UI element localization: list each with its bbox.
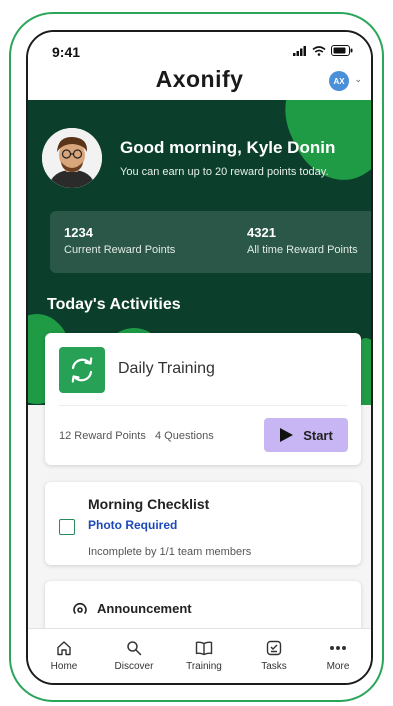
checklist-checkbox[interactable] — [59, 519, 75, 535]
tab-tasks-label: Tasks — [261, 661, 287, 672]
status-icons — [293, 45, 353, 56]
avatar-illustration — [42, 128, 102, 188]
battery-icon — [331, 45, 353, 56]
training-meta: 12 Reward Points 4 Questions — [59, 430, 214, 442]
chevron-down-icon[interactable]: ⌄ — [354, 74, 362, 85]
current-points-label: Current Reward Points — [64, 244, 176, 256]
wifi-icon — [312, 45, 326, 56]
alltime-points-label: All time Reward Points — [247, 244, 358, 256]
phone-screen: 9:41 Axonify AX ⌄ Good morning, Kyle Don… — [26, 30, 373, 685]
current-points: 1234 Current Reward Points — [64, 225, 175, 256]
axonify-logo: Axonify — [155, 66, 244, 92]
app-header: Axonify AX ⌄ — [28, 60, 371, 101]
tab-discover-label: Discover — [114, 661, 154, 672]
tab-tasks[interactable]: Tasks — [244, 639, 304, 672]
photo-required-link[interactable]: Photo Required — [88, 518, 177, 532]
user-avatar-button[interactable]: AX — [329, 71, 349, 91]
start-label: Start — [303, 427, 333, 443]
daily-training-card[interactable]: Daily Training 12 Reward Points 4 Questi… — [45, 333, 361, 465]
play-icon — [280, 428, 294, 442]
start-button[interactable]: Start — [264, 418, 348, 452]
profile-avatar[interactable] — [42, 128, 102, 188]
broadcast-icon — [73, 602, 87, 614]
section-title: Today's Activities — [47, 296, 181, 313]
morning-checklist-card[interactable]: Morning Checklist Photo Required Incompl… — [45, 482, 361, 565]
announcement-title: Announcement — [97, 601, 192, 616]
tab-home[interactable]: Home — [34, 639, 94, 672]
training-reward: 12 Reward Points — [59, 430, 146, 442]
more-icon — [330, 646, 346, 650]
greeting-text: Good morning, Kyle Donin — [120, 138, 336, 157]
training-questions: 4 Questions — [155, 430, 214, 442]
tab-discover[interactable]: Discover — [104, 639, 164, 672]
checklist-status: Incomplete by 1/1 team members — [88, 546, 252, 558]
reward-subtitle: You can earn up to 20 reward points toda… — [120, 166, 329, 178]
search-icon — [127, 641, 142, 656]
current-points-value: 1234 — [64, 225, 93, 240]
status-bar: 9:41 — [28, 32, 371, 60]
alltime-points: 4321 All time Reward Points — [247, 225, 358, 256]
checklist-title: Morning Checklist — [88, 496, 210, 512]
tab-training-label: Training — [186, 661, 222, 672]
tab-training[interactable]: Training — [174, 639, 234, 672]
alltime-points-value: 4321 — [247, 225, 276, 240]
tab-more[interactable]: More — [308, 639, 368, 672]
home-icon — [57, 641, 71, 656]
bottom-tab-bar: Home Discover Training Tasks More — [28, 628, 371, 683]
tab-more-label: More — [326, 661, 350, 672]
book-icon — [195, 641, 213, 656]
signal-icon — [293, 45, 306, 56]
training-title: Daily Training — [118, 360, 215, 377]
points-summary: 1234 Current Reward Points 4321 All time… — [50, 211, 371, 273]
status-time: 9:41 — [52, 44, 81, 60]
tab-home-label: Home — [50, 661, 78, 672]
refresh-icon — [59, 347, 105, 393]
tasks-icon — [266, 640, 282, 656]
card-divider — [59, 405, 347, 406]
